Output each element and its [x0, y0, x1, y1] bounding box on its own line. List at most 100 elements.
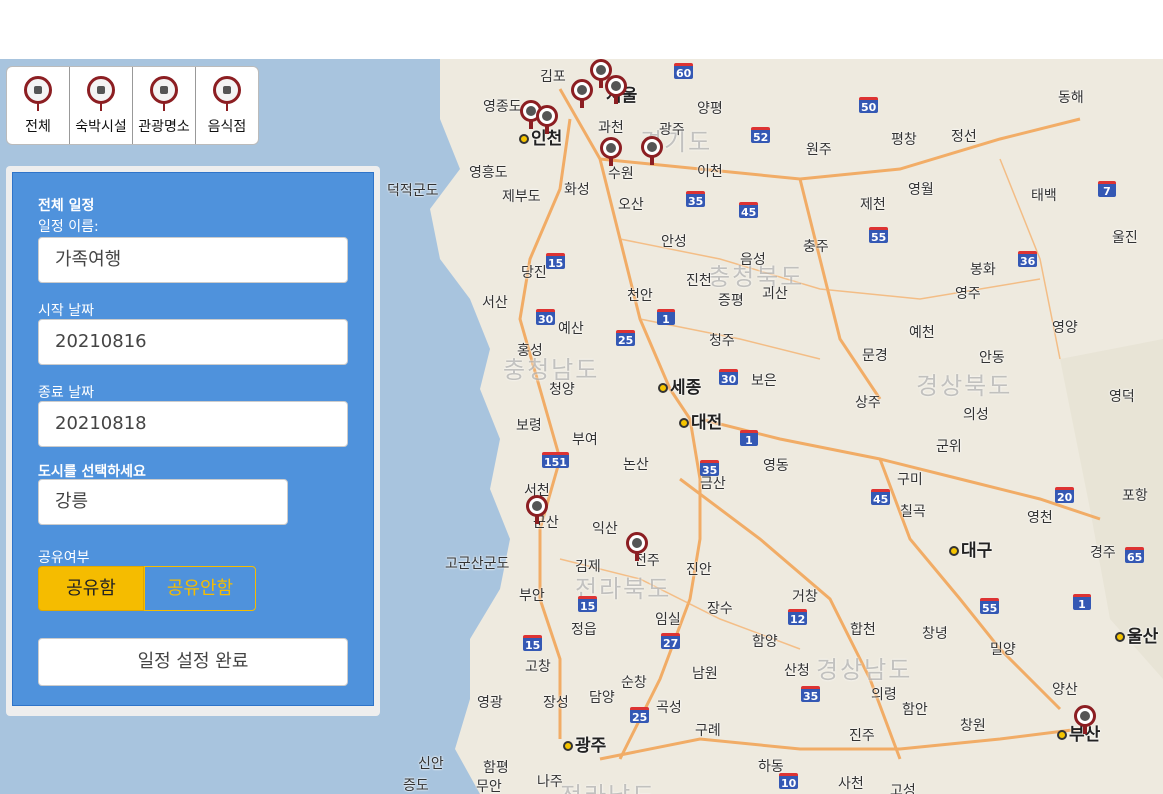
city-label: 산청: [784, 663, 810, 679]
city-label: 봉화: [970, 262, 996, 278]
restaurant-pin-icon: [213, 76, 241, 111]
city-label: 사천: [838, 776, 864, 792]
airplane-pin-icon[interactable]: [600, 137, 622, 166]
city-label: 무안: [476, 779, 502, 794]
city-label: 광주: [659, 122, 685, 138]
city-label: 포항: [1122, 488, 1148, 504]
city-label: 오산: [618, 197, 644, 213]
route-shield: 30: [719, 369, 739, 386]
city-select[interactable]: 강릉: [38, 479, 288, 525]
schedule-panel: 전체 일정 일정 이름: 가족여행 시작 날짜 20210816 종료 날짜 2…: [6, 166, 380, 716]
city-label: 군위: [936, 439, 962, 455]
category-label: 숙박시설: [75, 119, 127, 135]
city-label: 의성: [963, 407, 989, 423]
city-label: 구례: [695, 723, 721, 739]
route-shield: 60: [674, 63, 694, 80]
airplane-pin-icon[interactable]: [626, 532, 648, 561]
route-shield: 25: [630, 707, 650, 724]
route-shield: 35: [801, 686, 821, 703]
city-label: 당진: [521, 265, 547, 281]
city-label: 의령: [871, 687, 897, 703]
city-label: 칠곡: [900, 504, 926, 520]
category-attraction-button[interactable]: 관광명소: [133, 67, 196, 144]
schedule-name-label: 일정 이름:: [38, 219, 99, 235]
route-shield: 15: [578, 596, 598, 613]
city-label: 증도: [403, 778, 429, 794]
airplane-pin-icon[interactable]: [1074, 705, 1096, 734]
share-on-button[interactable]: 공유함: [38, 566, 144, 611]
city-label: 세종: [658, 373, 701, 398]
city-label: 청양: [549, 382, 575, 398]
airplane-pin-icon[interactable]: [526, 495, 548, 524]
route-shield: 12: [788, 609, 808, 626]
route-shield: 20: [1055, 487, 1075, 504]
city-label: 상주: [855, 395, 881, 411]
city-label: 안성: [661, 234, 687, 250]
end-date-input[interactable]: 20210818: [38, 401, 348, 447]
city-label: 양평: [697, 101, 723, 117]
route-shield: 151: [542, 452, 569, 469]
city-label: 수원: [608, 166, 634, 182]
city-label: 임실: [655, 612, 681, 628]
category-restaurant-button[interactable]: 음식점: [196, 67, 258, 144]
schedule-submit-button[interactable]: 일정 설정 완료: [38, 638, 348, 686]
city-label: 함양: [752, 634, 778, 650]
city-label: 영덕: [1109, 389, 1135, 405]
city-label: 경주: [1090, 545, 1116, 561]
city-label: 인천: [519, 124, 562, 149]
city-label: 합천: [850, 622, 876, 638]
route-shield: 45: [871, 489, 891, 506]
city-select-label: 도시를 선택하세요: [38, 464, 146, 480]
city-label: 이천: [697, 164, 723, 180]
start-date-input[interactable]: 20210816: [38, 319, 348, 365]
city-label: 청주: [709, 333, 735, 349]
city-label: 창녕: [922, 626, 948, 642]
city-label: 나주: [537, 774, 563, 790]
city-label: 함안: [902, 702, 928, 718]
category-lodging-button[interactable]: 숙박시설: [70, 67, 133, 144]
route-shield: 45: [739, 202, 759, 219]
city-label: 제부도: [502, 189, 541, 205]
city-label: 부안: [519, 588, 545, 604]
category-toolbar: 전체 숙박시설 관광명소 음식점: [6, 66, 259, 145]
city-label: 화성: [564, 182, 590, 198]
route-shield: 15: [523, 635, 543, 652]
city-label: 익산: [592, 521, 618, 537]
route-shield: 35: [700, 460, 720, 477]
category-label: 음식점: [207, 119, 247, 135]
route-shield: 1: [1073, 594, 1091, 611]
schedule-name-input[interactable]: 가족여행: [38, 237, 348, 283]
city-label: 보은: [751, 373, 777, 389]
route-shield: 27: [661, 633, 681, 650]
city-label: 제천: [860, 197, 886, 213]
city-label: 평창: [891, 132, 917, 148]
city-label: 충주: [803, 239, 829, 255]
city-label: 영양: [1052, 320, 1078, 336]
city-label: 곡성: [656, 700, 682, 716]
airplane-pin-icon[interactable]: [605, 75, 627, 104]
city-label: 진천: [686, 273, 712, 289]
city-label: 창원: [960, 718, 986, 734]
city-label: 장수: [707, 601, 733, 617]
top-bar: [0, 0, 1163, 59]
route-shield: 36: [1018, 251, 1038, 268]
bed-pin-icon: [87, 76, 115, 111]
city-label: 안동: [979, 350, 1005, 366]
route-shield: 7: [1098, 181, 1116, 198]
share-off-button[interactable]: 공유안함: [144, 566, 256, 611]
city-label: 고성: [890, 783, 916, 794]
airplane-pin-icon[interactable]: [536, 105, 558, 134]
airplane-pin-icon[interactable]: [641, 136, 663, 165]
route-shield: 15: [546, 253, 566, 270]
city-label: 순창: [621, 675, 647, 691]
category-all-button[interactable]: 전체: [7, 67, 70, 144]
end-date-label: 종료 날짜: [38, 385, 94, 401]
airplane-pin-icon[interactable]: [571, 79, 593, 108]
city-label: 신안: [418, 756, 444, 772]
city-label: 영천: [1027, 510, 1053, 526]
city-label: 천안: [627, 288, 653, 304]
city-label: 보령: [516, 418, 542, 434]
schedule-form: 전체 일정 일정 이름: 가족여행 시작 날짜 20210816 종료 날짜 2…: [12, 172, 374, 706]
city-label: 진안: [686, 562, 712, 578]
route-shield: 55: [980, 598, 1000, 615]
